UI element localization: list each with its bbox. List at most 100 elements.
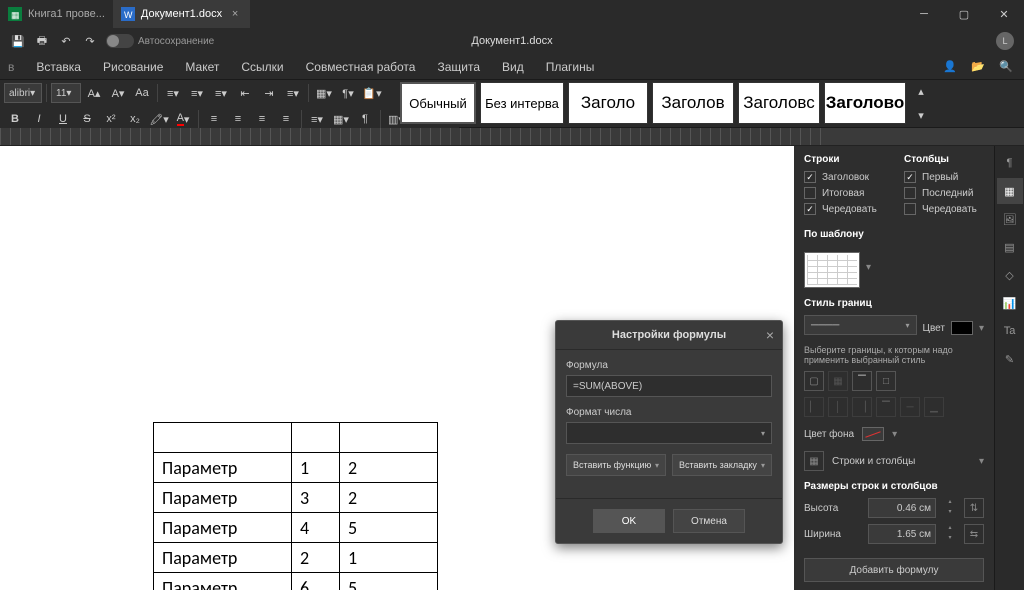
tab-spreadsheet[interactable]: ▦ Книга1 прове...	[0, 0, 113, 28]
border-none-icon[interactable]: □	[876, 371, 896, 391]
add-formula-button[interactable]: Добавить формулу	[804, 558, 984, 582]
search-icon[interactable]: 🔍	[994, 55, 1018, 79]
table-settings-icon[interactable]: ▦	[997, 178, 1023, 204]
user-icon[interactable]: 👤	[938, 55, 962, 79]
v-align-icon[interactable]: ≡▾	[306, 108, 328, 130]
banded-cols-checkbox[interactable]	[904, 203, 916, 215]
print-icon[interactable]: 🖶	[30, 29, 54, 53]
change-case-icon[interactable]: Aa	[131, 82, 153, 104]
menu-layout[interactable]: Макет	[175, 56, 229, 78]
dialog-close-icon[interactable]: ×	[766, 327, 774, 343]
font-color-icon[interactable]: A▾	[172, 108, 194, 130]
line-spacing-icon[interactable]: ≡▾	[282, 82, 304, 104]
numbering-icon[interactable]: ≡▾	[186, 82, 208, 104]
horizontal-ruler[interactable]	[0, 128, 1024, 146]
superscript-icon[interactable]: x²	[100, 108, 122, 130]
close-button[interactable]: ✕	[984, 0, 1024, 28]
last-col-checkbox[interactable]	[904, 187, 916, 199]
bullets-icon[interactable]: ≡▾	[162, 82, 184, 104]
underline-icon[interactable]: U	[52, 108, 74, 130]
style-heading1[interactable]: Заголо	[568, 82, 648, 124]
menu-collab[interactable]: Совместная работа	[296, 56, 426, 78]
maximize-button[interactable]: ▢	[944, 0, 984, 28]
undo-icon[interactable]: ↶	[54, 29, 78, 53]
font-size-select[interactable]: 11 ▾	[51, 83, 81, 103]
menu-view[interactable]: Вид	[492, 56, 534, 78]
chart-settings-icon[interactable]: 📊	[997, 290, 1023, 316]
strike-icon[interactable]: S	[76, 108, 98, 130]
border-style-select[interactable]: ────	[804, 315, 917, 335]
width-stepper[interactable]: ▴▾	[944, 524, 956, 544]
border-right-icon[interactable]: ▕	[852, 397, 872, 417]
format-select[interactable]	[566, 422, 772, 444]
border-outer-icon[interactable]: ▢	[804, 371, 824, 391]
banded-rows-checkbox[interactable]	[804, 203, 816, 215]
nonprinting-icon[interactable]: ¶	[354, 108, 376, 130]
multilevel-icon[interactable]: ≡▾	[210, 82, 232, 104]
border-left-icon[interactable]: ▏	[804, 397, 824, 417]
chevron-down-icon[interactable]: ▾	[979, 323, 984, 334]
distribute-cols-icon[interactable]: ⇆	[964, 524, 984, 544]
open-location-icon[interactable]: 📂	[966, 55, 990, 79]
styles-up-icon[interactable]: ▴	[910, 80, 932, 102]
image-settings-icon[interactable]: 🖼	[997, 206, 1023, 232]
close-icon[interactable]: ×	[228, 8, 242, 20]
border-color-swatch[interactable]	[951, 321, 973, 335]
height-input[interactable]	[868, 498, 936, 518]
highlight-icon[interactable]: 🖍▾	[148, 108, 170, 130]
align-center-icon[interactable]: ≡	[227, 108, 249, 130]
template-dropdown-icon[interactable]: ▾	[866, 262, 871, 273]
border-top-icon[interactable]: ▔	[852, 371, 872, 391]
indent-inc-icon[interactable]: ⇥	[258, 82, 280, 104]
header-row-checkbox[interactable]	[804, 171, 816, 183]
style-normal[interactable]: Обычный	[400, 82, 476, 124]
width-input[interactable]	[868, 524, 936, 544]
ok-button[interactable]: OK	[593, 509, 665, 533]
formatting-marks-icon[interactable]: ¶▾	[337, 82, 359, 104]
user-avatar[interactable]: L	[996, 32, 1014, 50]
style-no-spacing[interactable]: Без интерва	[480, 82, 564, 124]
shape-settings-icon[interactable]: ◇	[997, 262, 1023, 288]
shading-icon[interactable]: ▦▾	[330, 108, 352, 130]
decrease-font-icon[interactable]: A▾	[107, 82, 129, 104]
document-table[interactable]: Параметр12 Параметр32 Параметр45 Парамет…	[153, 422, 438, 590]
save-icon[interactable]: 💾	[6, 29, 30, 53]
bg-color-swatch[interactable]	[862, 427, 884, 441]
menu-links[interactable]: Ссылки	[231, 56, 293, 78]
menu-protect[interactable]: Защита	[427, 56, 490, 78]
border-bottom-icon[interactable]: ▁	[924, 397, 944, 417]
chevron-down-icon[interactable]: ▾	[979, 456, 984, 467]
table-template[interactable]	[804, 252, 860, 288]
insert-icon[interactable]: ▦▾	[313, 82, 335, 104]
border-top2-icon[interactable]: ▔	[876, 397, 896, 417]
border-inner-v-icon[interactable]: │	[828, 397, 848, 417]
border-inner-h-icon[interactable]: ─	[900, 397, 920, 417]
redo-icon[interactable]: ↷	[78, 29, 102, 53]
total-row-checkbox[interactable]	[804, 187, 816, 199]
border-all-icon[interactable]: ▦	[828, 371, 848, 391]
insert-bookmark-select[interactable]: Вставить закладку	[672, 454, 772, 476]
tab-document[interactable]: W Документ1.docx ×	[113, 0, 250, 28]
font-select[interactable]: alibri ▾	[4, 83, 42, 103]
style-heading4[interactable]: Заголово	[824, 82, 906, 124]
signature-icon[interactable]: ✎	[997, 346, 1023, 372]
dialog-header[interactable]: Настройки формулы ×	[556, 321, 782, 350]
menu-plugins[interactable]: Плагины	[536, 56, 605, 78]
style-heading2[interactable]: Заголов	[652, 82, 734, 124]
first-col-checkbox[interactable]	[904, 171, 916, 183]
insert-function-select[interactable]: Вставить функцию	[566, 454, 666, 476]
style-heading3[interactable]: Заголовс	[738, 82, 820, 124]
menu-file[interactable]: в	[6, 56, 24, 78]
menu-draw[interactable]: Рисование	[93, 56, 173, 78]
distribute-rows-icon[interactable]: ⇅	[964, 498, 984, 518]
italic-icon[interactable]: I	[28, 108, 50, 130]
indent-dec-icon[interactable]: ⇤	[234, 82, 256, 104]
styles-down-icon[interactable]: ▾	[910, 104, 932, 126]
height-stepper[interactable]: ▴▾	[944, 498, 956, 518]
cancel-button[interactable]: Отмена	[673, 509, 745, 533]
paragraph-settings-icon[interactable]: ¶	[997, 150, 1023, 176]
clipboard-icon[interactable]: 📋▾	[361, 82, 383, 104]
autosave-toggle[interactable]	[106, 34, 134, 48]
minimize-button[interactable]: ─	[904, 0, 944, 28]
text-art-icon[interactable]: Ta	[997, 318, 1023, 344]
